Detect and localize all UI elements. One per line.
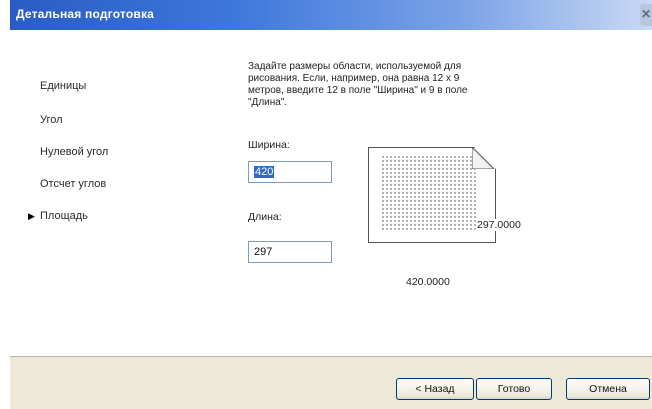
length-label: Длина: — [248, 211, 282, 223]
window-title: Детальная подготовка — [16, 7, 155, 21]
back-button[interactable]: < Назад — [396, 378, 474, 400]
step-zero-angle[interactable]: Нулевой угол — [40, 146, 108, 158]
page-fold-icon — [472, 147, 494, 169]
length-input-value: 297 — [254, 246, 273, 258]
preview-height-value: 297.0000 — [477, 219, 523, 231]
preview-grid — [381, 155, 477, 231]
wizard-window: Детальная подготовка ✕ Единицы Угол Нуле… — [10, 0, 652, 409]
steps-sidebar: Единицы Угол Нулевой угол Отсчет углов ▶… — [10, 30, 228, 356]
finish-button[interactable]: Готово — [476, 378, 552, 400]
instructions-line: метров, введите 12 в поле "Ширина" и 9 в… — [248, 85, 468, 96]
close-button[interactable]: ✕ — [640, 4, 652, 26]
close-icon: ✕ — [640, 7, 651, 21]
width-label: Ширина: — [248, 139, 290, 151]
step-content: Задайте размеры области, используемой дл… — [228, 30, 652, 356]
width-input-value: 420 — [254, 166, 275, 178]
instructions-text: Задайте размеры области, используемой дл… — [248, 61, 548, 109]
title-bar[interactable]: Детальная подготовка ✕ — [10, 0, 652, 30]
preview-width-value: 420.0000 — [406, 276, 450, 288]
length-input[interactable]: 297 — [248, 241, 332, 263]
width-input[interactable]: 420 — [248, 161, 332, 183]
step-angle[interactable]: Угол — [40, 114, 63, 126]
instructions-line: "Длина". — [248, 97, 288, 108]
button-bar: < Назад Готово Отмена — [10, 356, 652, 409]
instructions-line: рисования. Если, например, она равна 12 … — [248, 73, 460, 84]
current-step-arrow-icon: ▶ — [28, 211, 35, 221]
step-area[interactable]: Площадь — [40, 210, 88, 222]
step-units[interactable]: Единицы — [40, 80, 86, 92]
cancel-button[interactable]: Отмена — [566, 378, 650, 400]
step-angle-direction[interactable]: Отсчет углов — [40, 178, 106, 190]
instructions-line: Задайте размеры области, используемой дл… — [248, 61, 462, 72]
